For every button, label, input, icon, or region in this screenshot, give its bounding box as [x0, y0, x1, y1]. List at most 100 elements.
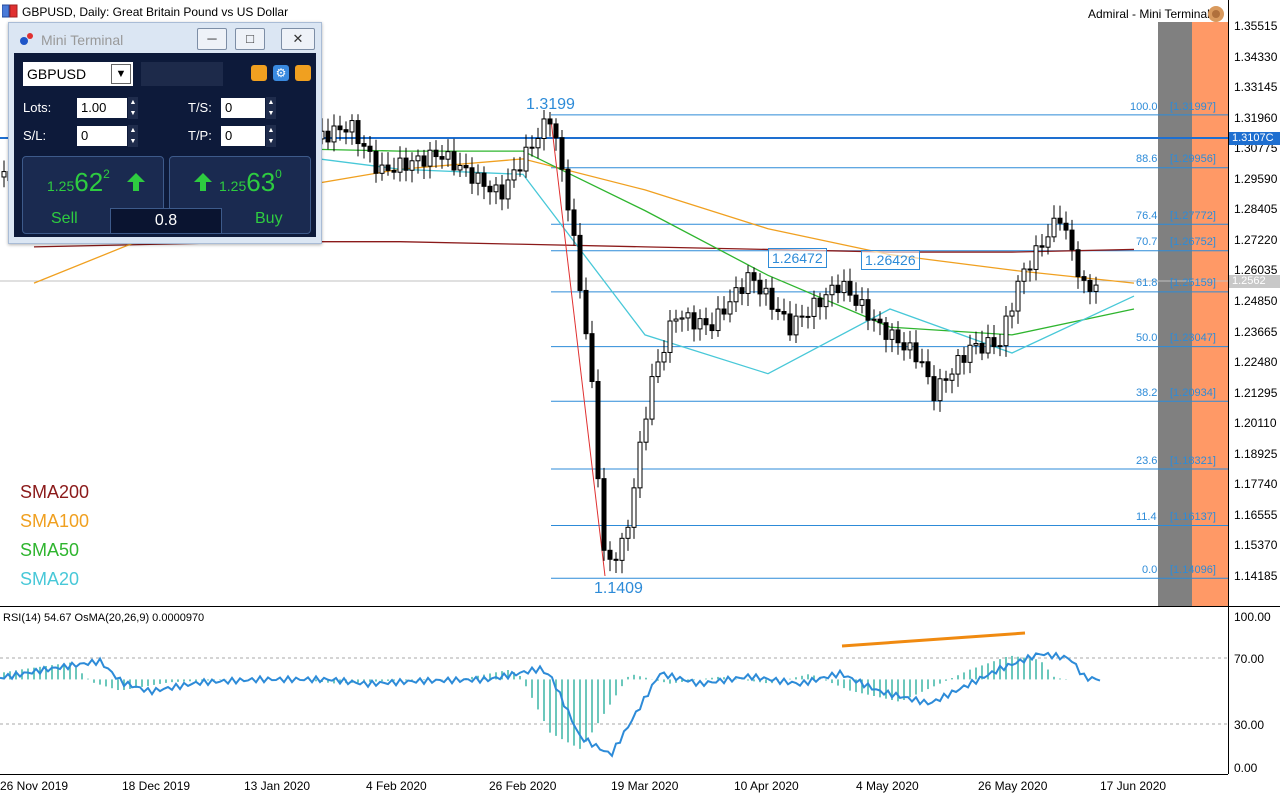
- candle-body: [1081, 276, 1087, 281]
- candle-body: [883, 322, 889, 340]
- candle-body: [373, 150, 379, 174]
- candle-body: [709, 324, 715, 332]
- lots-label: Lots:: [23, 100, 52, 115]
- candle-body: [919, 361, 925, 364]
- candle-body: [1039, 245, 1045, 248]
- price-box-1[interactable]: 1.26472: [768, 248, 827, 268]
- candle-body: [991, 337, 997, 348]
- candle-body: [505, 179, 511, 200]
- close-button[interactable]: ✕: [281, 28, 315, 50]
- ts-label: T/S:: [188, 100, 212, 115]
- candle-body: [829, 284, 835, 296]
- candle-body: [469, 167, 475, 184]
- lots-input[interactable]: 1.00: [77, 98, 127, 118]
- gear-icon[interactable]: ⚙: [273, 65, 289, 81]
- indicator-axis-label: 100.00: [1234, 610, 1271, 624]
- candle-body: [547, 118, 553, 125]
- candle-body: [1051, 217, 1057, 238]
- price-box-2[interactable]: 1.26426: [861, 250, 920, 270]
- candle-body: [967, 344, 973, 363]
- candle-body: [901, 342, 907, 351]
- time-axis-label: 26 Nov 2019: [0, 779, 69, 793]
- candle-body: [877, 318, 883, 324]
- symbol-info-field: [141, 62, 223, 86]
- lots-stepper[interactable]: ▲ ▼: [128, 97, 138, 119]
- copy-icon[interactable]: [251, 65, 267, 81]
- price-axis-line: [1228, 0, 1229, 774]
- candle-body: [985, 337, 991, 354]
- candle-body: [451, 151, 457, 171]
- candle-body: [1093, 284, 1099, 292]
- low-price-label: 1.1409: [594, 580, 643, 597]
- price-axis-label: 1.29590: [1234, 172, 1278, 186]
- legend-sma20: SMA20: [20, 569, 80, 589]
- price-axis-label: 1.18925: [1234, 447, 1278, 461]
- candle-body: [649, 376, 655, 420]
- price-axis-label: 1.31960: [1234, 111, 1278, 125]
- candle-body: [955, 355, 961, 375]
- candle-body: [325, 130, 331, 143]
- candle-body: [499, 184, 505, 200]
- sl-input[interactable]: 0: [77, 126, 127, 146]
- ts-input[interactable]: 0: [221, 98, 265, 118]
- candle-body: [1027, 268, 1033, 271]
- candle-body: [643, 418, 649, 443]
- candle-body: [907, 342, 913, 351]
- legend-sma100: SMA100: [20, 511, 90, 531]
- candle-body: [385, 164, 391, 171]
- candle-body: [457, 165, 463, 171]
- candle-body: [889, 329, 895, 340]
- sl-stepper[interactable]: ▲ ▼: [128, 125, 138, 147]
- price-axis-label: 1.16555: [1234, 508, 1278, 522]
- maximize-button[interactable]: □: [235, 28, 265, 50]
- candle-body: [607, 549, 613, 560]
- price-axis-label: 1.27220: [1234, 233, 1278, 247]
- candle-body: [559, 137, 565, 170]
- candle-body: [769, 287, 775, 310]
- time-axis-label: 10 Apr 2020: [734, 779, 799, 793]
- candle-body: [835, 284, 841, 294]
- candle-body: [1, 171, 7, 178]
- mini-terminal-titlebar[interactable]: Mini Terminal ─ □ ✕: [9, 23, 321, 53]
- minimize-button[interactable]: ─: [197, 28, 227, 50]
- expand-icon[interactable]: [295, 65, 311, 81]
- candle-body: [415, 155, 421, 162]
- chevron-down-icon[interactable]: ▼: [111, 64, 131, 84]
- time-axis-label: 26 Feb 2020: [489, 779, 557, 793]
- symbol-select[interactable]: GBPUSD ▼: [23, 62, 133, 86]
- mini-terminal-window[interactable]: Mini Terminal ─ □ ✕ GBPUSD ▼ ⚙ Lots: 1.0…: [8, 22, 322, 244]
- price-axis-label: 1.14185: [1234, 569, 1278, 583]
- price-axis-label: 1.35515: [1234, 19, 1278, 33]
- tp-input[interactable]: 0: [221, 126, 265, 146]
- candle-body: [397, 157, 403, 173]
- candle-body: [661, 351, 667, 363]
- candle-body: [805, 315, 811, 318]
- ts-stepper[interactable]: ▲ ▼: [266, 97, 276, 119]
- rsi-osma-panel[interactable]: [0, 607, 1228, 774]
- candle-body: [427, 149, 433, 167]
- candle-body: [1063, 222, 1069, 231]
- candle-body: [721, 308, 727, 315]
- mini-terminal-body: GBPUSD ▼ ⚙ Lots: 1.00 ▲ ▼ T/S: 0 ▲ ▼ S/L: …: [14, 53, 316, 237]
- candle-body: [565, 168, 571, 211]
- candle-body: [925, 361, 931, 378]
- arrow-up-icon: [127, 173, 145, 191]
- candle-body: [775, 308, 781, 313]
- candle-body: [823, 294, 829, 308]
- fib-level-label: 88.6: [1136, 153, 1158, 165]
- candle-body: [553, 123, 559, 139]
- candle-body: [727, 301, 733, 315]
- candle-body: [997, 345, 1003, 348]
- candle-body: [949, 373, 955, 381]
- candle-body: [739, 287, 745, 294]
- tp-stepper[interactable]: ▲ ▼: [266, 125, 276, 147]
- candle-body: [655, 361, 661, 378]
- candle-body: [391, 169, 397, 173]
- candle-body: [715, 308, 721, 332]
- candle-body: [1087, 279, 1093, 292]
- fib-level-label: 11.4: [1136, 511, 1157, 523]
- candle-body: [781, 311, 787, 315]
- candle-body: [379, 164, 385, 174]
- candle-body: [601, 478, 607, 551]
- candle-body: [979, 342, 985, 354]
